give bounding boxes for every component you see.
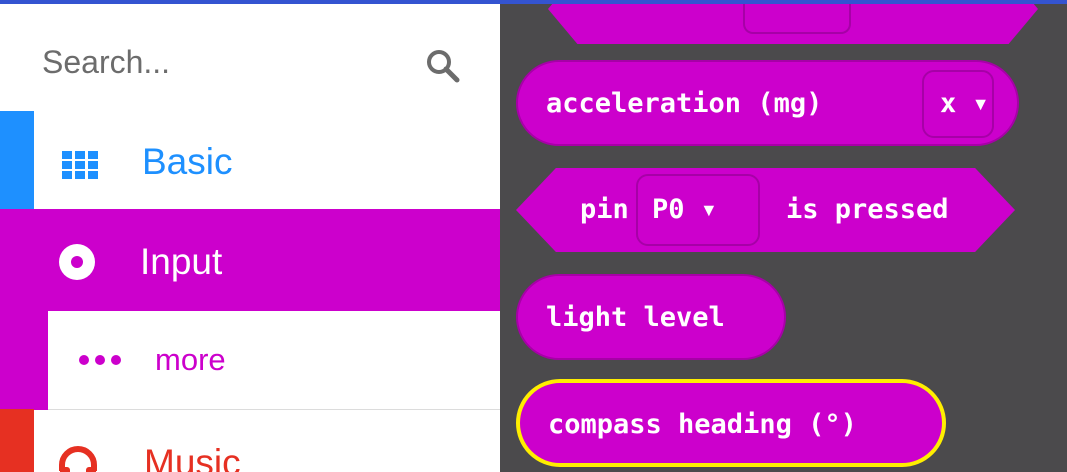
- category-color-bar: [0, 409, 34, 472]
- search-input[interactable]: Search...: [42, 44, 170, 81]
- block-text: acceleration (mg): [546, 88, 823, 119]
- grid-icon: [62, 151, 98, 179]
- dropdown-value: P0 ▾: [652, 194, 718, 225]
- block-text: pin: [580, 194, 629, 225]
- category-basic[interactable]: Basic: [0, 111, 500, 213]
- acceleration-block[interactable]: acceleration (mg) x ▾: [516, 60, 1019, 146]
- category-input[interactable]: Input: [0, 209, 500, 311]
- pin-dropdown[interactable]: P0 ▾: [636, 174, 760, 246]
- category-label: Input: [140, 241, 223, 282]
- category-label: Music: [144, 442, 241, 472]
- category-label: more: [155, 342, 226, 377]
- category-color-bar: [0, 308, 48, 410]
- light-level-block[interactable]: light level: [516, 274, 786, 360]
- partial-boolean-block[interactable]: [548, 4, 1038, 44]
- pin-pressed-block[interactable]: pin P0 ▾ is pressed: [516, 168, 1015, 252]
- target-icon: [59, 244, 95, 280]
- dots-icon: [79, 355, 121, 365]
- headphones-icon: [59, 446, 97, 472]
- block-text: is pressed: [786, 194, 949, 225]
- toolbox-search[interactable]: Search...: [0, 4, 500, 111]
- category-input-more[interactable]: more: [0, 308, 500, 410]
- category-music[interactable]: Music: [0, 409, 500, 472]
- category-color-bar: [0, 111, 34, 213]
- block-text: light level: [546, 302, 725, 333]
- block-text: compass heading (°): [548, 409, 857, 440]
- axis-dropdown[interactable]: x ▾: [922, 70, 994, 138]
- block-dropdown[interactable]: [743, 4, 851, 34]
- dropdown-value: x ▾: [940, 88, 989, 119]
- toolbox-sidebar: Search... Basic Input more Music: [0, 4, 500, 472]
- block-flyout: acceleration (mg) x ▾ pin P0 ▾ is presse…: [500, 4, 1067, 472]
- search-icon[interactable]: [425, 48, 461, 84]
- compass-heading-block[interactable]: compass heading (°): [516, 379, 946, 467]
- category-label: Basic: [142, 141, 233, 182]
